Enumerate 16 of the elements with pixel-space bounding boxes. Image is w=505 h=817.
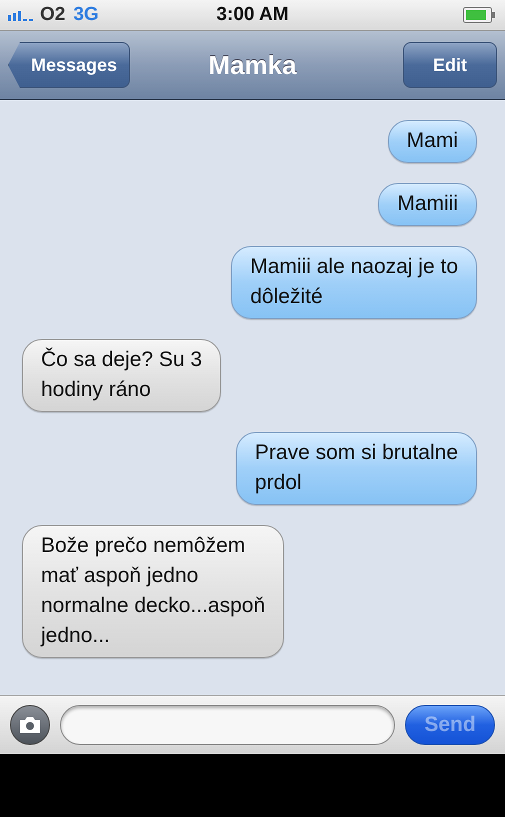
sent-message: Prave som si brutalne prdol (236, 432, 477, 505)
received-message: Bože prečo nemôžem mať aspoň jedno normalne decko...aspoň jedno... (22, 525, 284, 658)
network-type: 3G (73, 4, 99, 26)
back-button[interactable]: Messages (8, 42, 130, 88)
status-time: 3:00 AM (216, 4, 289, 26)
signal-icon (8, 9, 34, 21)
carrier-name: O2 (40, 4, 66, 26)
conversation-title: Mamka (208, 50, 297, 80)
edit-button[interactable]: Edit (403, 42, 497, 88)
sent-message: Mamiii (378, 183, 477, 226)
battery-icon (463, 7, 495, 23)
message-field[interactable] (60, 705, 395, 745)
sent-message: Mamiii ale naozaj je to dôležité (231, 246, 477, 319)
sent-message: Mami (388, 120, 477, 163)
received-message: Čo sa deje? Su 3 hodiny ráno (22, 339, 222, 412)
camera-icon[interactable] (10, 705, 50, 745)
